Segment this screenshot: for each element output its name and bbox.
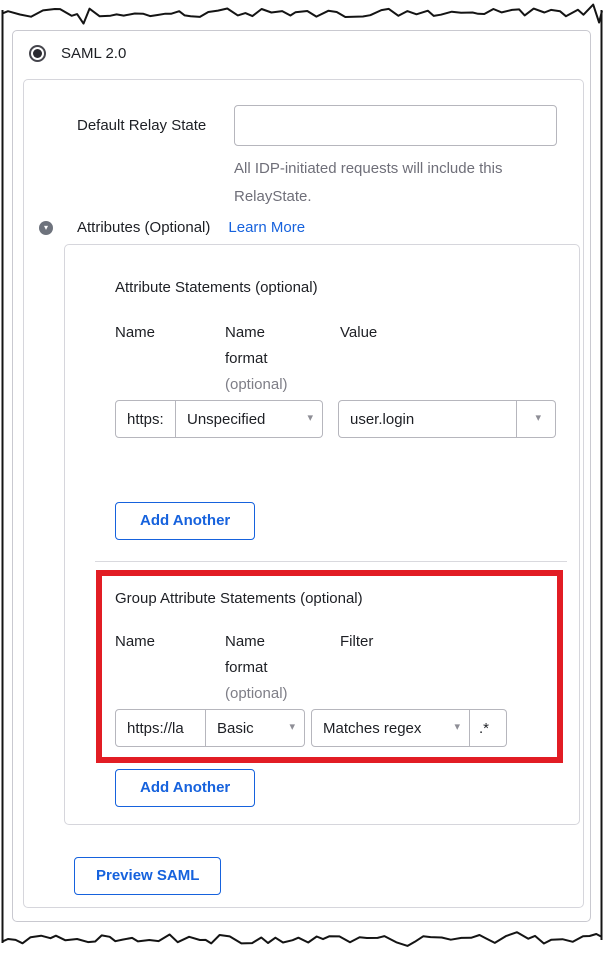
saml-radio-label: SAML 2.0 <box>61 45 126 62</box>
default-relay-state-input[interactable] <box>234 105 557 146</box>
attribute-statements-headers: Name Name format (optional) Value <box>115 320 554 398</box>
learn-more-link[interactable]: Learn More <box>228 219 305 236</box>
group-name-format-select[interactable]: Basic ▾ <box>206 709 305 747</box>
attributes-section-label: Attributes (Optional) <box>77 219 210 236</box>
attribute-value-combobox[interactable]: user.login <box>338 400 517 438</box>
group-filter-type-select[interactable]: Matches regex ▾ <box>311 709 470 747</box>
section-divider <box>95 561 567 562</box>
group-attribute-statements-headers: Name Name format (optional) Filter <box>115 629 554 707</box>
default-relay-state-row: Default Relay State All IDP-initiated re… <box>77 105 557 211</box>
chevron-down-icon: ▾ <box>44 224 48 232</box>
header-filter: Filter <box>340 629 373 707</box>
attributes-section-header: ▾ Attributes (Optional) Learn More <box>39 219 305 236</box>
header-name: Name <box>115 320 225 398</box>
preview-saml-button[interactable]: Preview SAML <box>74 857 221 895</box>
group-attribute-name-input[interactable] <box>115 709 206 747</box>
default-relay-state-control: All IDP-initiated requests will include … <box>234 105 557 211</box>
group-attribute-statements-title: Group Attribute Statements (optional) <box>115 590 554 607</box>
attribute-name-format-select[interactable]: Unspecified ▾ <box>176 400 323 438</box>
header-name-format: Name format <box>225 320 297 372</box>
attribute-statements-box: Attribute Statements (optional) Name Nam… <box>64 244 580 825</box>
default-relay-state-label: Default Relay State <box>77 105 234 211</box>
attribute-value-dropdown-button[interactable]: ▾ <box>517 400 556 438</box>
relay-state-help-text: All IDP-initiated requests will include … <box>234 155 539 211</box>
section-collapse-icon[interactable]: ▾ <box>39 221 53 235</box>
saml-settings-page: SAML 2.0 Default Relay State All IDP-ini… <box>0 0 608 953</box>
header-name: Name <box>115 629 225 707</box>
group-filter-value-input[interactable] <box>470 709 507 747</box>
add-another-attribute-button[interactable]: Add Another <box>115 502 255 540</box>
attribute-name-input[interactable] <box>115 400 176 438</box>
attribute-statement-row: Unspecified ▾ user.login ▾ <box>115 400 554 438</box>
chevron-down-icon: ▾ <box>535 413 541 424</box>
saml-settings-panel: SAML 2.0 Default Relay State All IDP-ini… <box>12 30 591 922</box>
header-name-format-note: (optional) <box>225 681 297 707</box>
header-name-format-note: (optional) <box>225 372 297 398</box>
saml-radio-button[interactable] <box>29 45 46 62</box>
chevron-down-icon: ▾ <box>307 413 313 424</box>
radio-selected-dot <box>33 49 42 58</box>
header-name-format: Name format <box>225 629 297 681</box>
attribute-statements-title: Attribute Statements (optional) <box>115 279 554 296</box>
chevron-down-icon: ▾ <box>289 722 295 733</box>
header-value: Value <box>340 320 377 398</box>
group-attribute-statement-row: Basic ▾ Matches regex ▾ <box>115 709 554 747</box>
add-another-group-attribute-button[interactable]: Add Another <box>115 769 255 807</box>
saml-radio-row: SAML 2.0 <box>29 45 126 62</box>
saml-form-box: Default Relay State All IDP-initiated re… <box>23 79 584 908</box>
chevron-down-icon: ▾ <box>454 722 460 733</box>
